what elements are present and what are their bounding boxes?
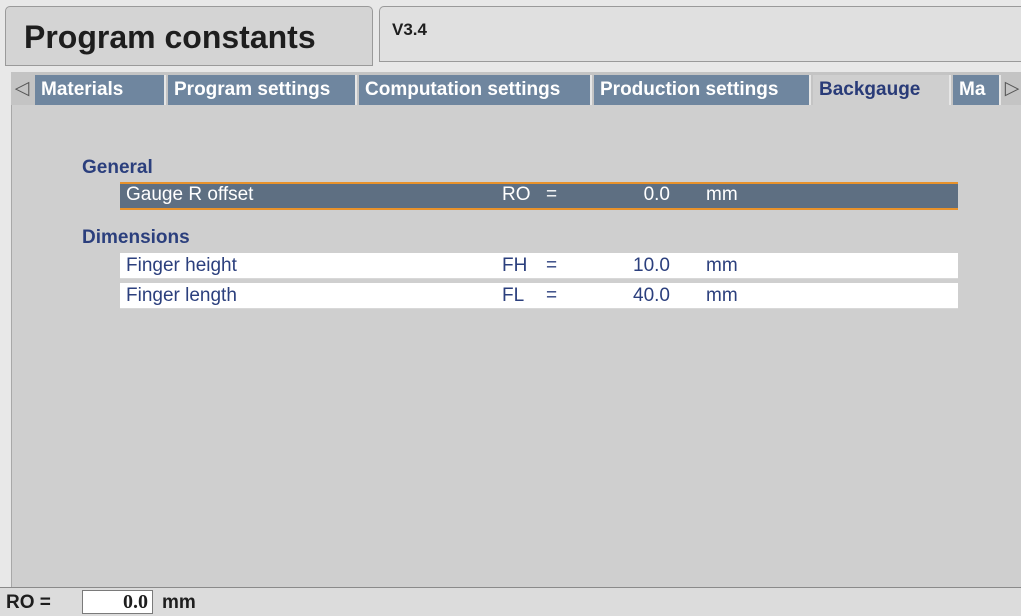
tab-materials[interactable]: Materials — [35, 75, 166, 105]
tab-computation-settings[interactable]: Computation settings — [359, 75, 592, 105]
tab-program-settings[interactable]: Program settings — [168, 75, 357, 105]
row-gauge-r-offset[interactable]: Gauge R offset RO = 0.0 mm — [120, 182, 958, 210]
tab-ma[interactable]: Ma — [953, 75, 1001, 105]
row-equals: = — [546, 285, 558, 306]
row-unit: mm — [706, 184, 738, 205]
row-value[interactable]: 0.0 — [620, 184, 670, 206]
tab-production-settings[interactable]: Production settings — [594, 75, 811, 105]
page-title: Program constants — [5, 6, 373, 66]
tab-bar: ◁ Materials Program settings Computation… — [11, 72, 1021, 105]
status-unit: mm — [162, 592, 196, 613]
row-unit: mm — [706, 255, 738, 276]
row-finger-length[interactable]: Finger length FL = 40.0 mm — [120, 283, 958, 309]
row-label: Finger height — [126, 255, 237, 276]
row-label: Finger length — [126, 285, 237, 306]
value-input-field[interactable]: 0.0 — [82, 590, 153, 614]
status-symbol: RO = — [6, 592, 51, 613]
section-dimensions: Dimensions — [82, 227, 190, 248]
row-equals: = — [546, 255, 558, 276]
section-general: General — [82, 157, 153, 178]
version-label: V3.4 — [379, 6, 1021, 62]
row-value[interactable]: 10.0 — [620, 253, 670, 279]
triangle-left-icon[interactable]: ◁ — [11, 75, 33, 103]
row-equals: = — [546, 184, 558, 205]
row-symbol: FH — [502, 255, 528, 276]
row-symbol: FL — [502, 285, 525, 306]
tab-backgauge[interactable]: Backgauge — [813, 75, 951, 105]
triangle-right-icon[interactable]: ▷ — [1001, 75, 1021, 103]
settings-panel: General Gauge R offset RO = 0.0 mm Dimen… — [11, 105, 1021, 587]
row-unit: mm — [706, 285, 738, 306]
row-label: Gauge R offset — [126, 184, 254, 205]
status-bar: RO = 0.0 mm — [0, 587, 1021, 616]
row-finger-height[interactable]: Finger height FH = 10.0 mm — [120, 253, 958, 279]
row-value[interactable]: 40.0 — [620, 283, 670, 309]
row-symbol: RO — [502, 184, 531, 205]
